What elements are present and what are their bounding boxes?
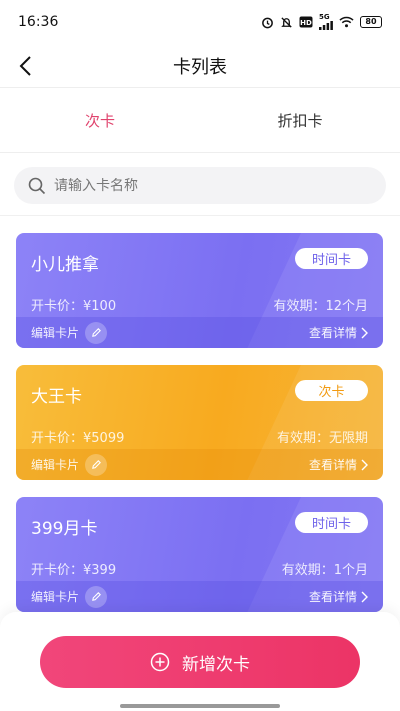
edit-card-label: 编辑卡片: [31, 458, 80, 472]
back-button[interactable]: [10, 50, 42, 82]
chevron-right-icon: [360, 459, 368, 471]
chevron-right-icon: [360, 591, 368, 603]
view-details-label: 查看详情: [308, 326, 357, 340]
card-footer: 编辑卡片 查看详情: [16, 581, 383, 612]
tab-count-card[interactable]: 次卡: [0, 89, 200, 152]
page-title: 卡列表: [173, 56, 227, 78]
search-input[interactable]: [54, 177, 354, 194]
svg-text:HD: HD: [300, 19, 312, 27]
view-details-label: 查看详情: [308, 458, 357, 472]
card-name: 399月卡: [31, 519, 98, 539]
card-type-tabs: 次卡 折扣卡: [0, 89, 400, 153]
card-list: 小儿推拿 时间卡 开卡价：¥100 有效期：12个月 编辑卡片 查看详情 大王卡…: [16, 233, 383, 629]
status-bar: 16:36 HD 5G 80: [0, 0, 400, 44]
card-price: 开卡价：¥100: [31, 299, 117, 314]
tab-discount-card[interactable]: 折扣卡: [200, 89, 400, 152]
add-card-label: 新增次卡: [182, 654, 250, 675]
mute-icon: [280, 16, 293, 29]
card-item[interactable]: 大王卡 次卡 开卡价：¥5099 有效期：无限期 编辑卡片 查看详情: [16, 365, 383, 480]
card-validity: 有效期：12个月: [273, 299, 368, 314]
plus-circle-icon: [150, 652, 170, 672]
card-validity: 有效期：无限期: [276, 431, 368, 446]
hd-icon: HD: [299, 16, 313, 28]
signal-icon: 5G: [319, 14, 333, 30]
view-details-button[interactable]: 查看详情: [309, 588, 368, 605]
card-footer: 编辑卡片 查看详情: [16, 449, 383, 480]
status-time: 16:36: [18, 14, 59, 30]
card-name: 小儿推拿: [31, 255, 99, 275]
nav-header: 卡列表: [0, 44, 400, 88]
status-icons: HD 5G 80: [261, 14, 382, 30]
edit-card-label: 编辑卡片: [31, 590, 80, 604]
alarm-icon: [261, 16, 274, 29]
battery-icon: 80: [360, 16, 382, 28]
card-validity: 有效期：1个月: [281, 563, 368, 578]
edit-card-button[interactable]: 编辑卡片: [31, 453, 108, 476]
search-icon: [28, 177, 46, 195]
card-item[interactable]: 399月卡 时间卡 开卡价：¥399 有效期：1个月 编辑卡片 查看详情: [16, 497, 383, 612]
edit-pencil-icon: [85, 453, 108, 476]
card-type-badge: 时间卡: [295, 512, 368, 533]
edit-pencil-icon: [85, 321, 108, 344]
view-details-button[interactable]: 查看详情: [309, 456, 368, 473]
card-price: 开卡价：¥399: [31, 563, 117, 578]
wifi-icon: [339, 16, 354, 28]
edit-card-button[interactable]: 编辑卡片: [31, 321, 108, 344]
card-name: 大王卡: [31, 387, 82, 407]
edit-card-label: 编辑卡片: [31, 326, 80, 340]
network-type: 5G: [319, 13, 330, 21]
search-bar: [0, 154, 400, 216]
card-type-badge: 次卡: [295, 380, 368, 401]
card-item[interactable]: 小儿推拿 时间卡 开卡价：¥100 有效期：12个月 编辑卡片 查看详情: [16, 233, 383, 348]
card-price: 开卡价：¥5099: [31, 431, 125, 446]
chevron-right-icon: [360, 327, 368, 339]
card-footer: 编辑卡片 查看详情: [16, 317, 383, 348]
home-indicator[interactable]: [120, 704, 280, 708]
card-type-badge: 时间卡: [295, 248, 368, 269]
edit-pencil-icon: [85, 585, 108, 608]
search-box[interactable]: [14, 167, 386, 204]
view-details-label: 查看详情: [308, 590, 357, 604]
edit-card-button[interactable]: 编辑卡片: [31, 585, 108, 608]
add-card-button[interactable]: 新增次卡: [40, 636, 360, 688]
chevron-left-icon: [19, 56, 31, 76]
bottom-action-bar: 新增次卡: [0, 612, 400, 711]
view-details-button[interactable]: 查看详情: [309, 324, 368, 341]
